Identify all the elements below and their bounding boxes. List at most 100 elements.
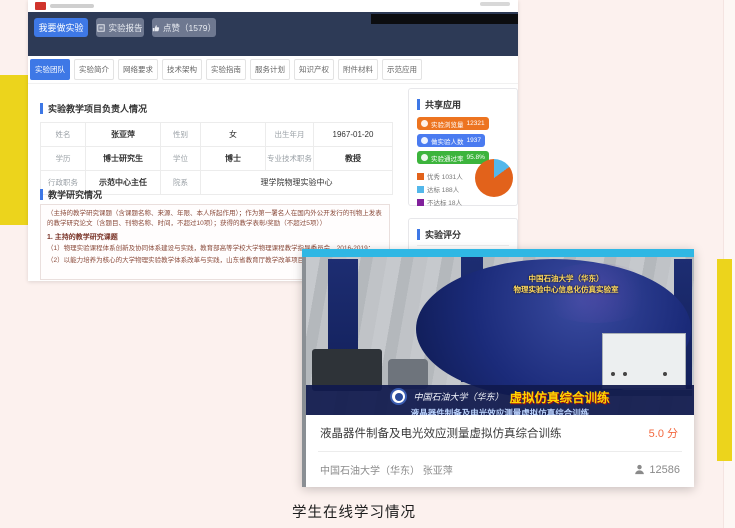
stat-views-label: 实验浏览量 bbox=[431, 119, 464, 129]
users-icon bbox=[421, 137, 428, 144]
thumbnail-caption-line1: 中国石油大学（华东） bbox=[496, 273, 636, 284]
section-leader-title: 实验教学项目负责人情况 bbox=[48, 102, 147, 115]
browser-tab-strip bbox=[28, 0, 518, 12]
university-logo bbox=[390, 388, 407, 405]
research-template-note: （主持的教学研究课题（含课题名称、来源、年限、本人所起作用）；作为第一署名人在国… bbox=[47, 209, 383, 229]
thumbnail-caption: 中国石油大学（华东） 物理实验中心信息化仿真实验室 bbox=[496, 273, 636, 296]
stat-pill-1[interactable]: 做实验人数 1937 bbox=[417, 134, 485, 147]
instrument-knob bbox=[663, 372, 667, 376]
card-top-accent bbox=[302, 249, 694, 257]
stat-pass-value: 95.8% bbox=[467, 154, 485, 161]
course-thumbnail[interactable]: 中国石油大学（华东） 物理实验中心信息化仿真实验室 中国石油大学（华东） 虚拟仿… bbox=[306, 257, 694, 415]
section-leader-info: 实验教学项目负责人情况 bbox=[40, 102, 147, 115]
experiment-report-label: 实验报告 bbox=[108, 22, 142, 34]
stat-pill-2[interactable]: 实验通过率 95.8% bbox=[417, 151, 489, 164]
rating-header: 实验评分 bbox=[417, 228, 461, 241]
pass-rate-icon bbox=[421, 154, 428, 161]
section-marker bbox=[417, 229, 420, 240]
browser-tab-title-placeholder bbox=[50, 4, 94, 8]
legend-swatch-fail bbox=[417, 199, 424, 206]
legend-label-fail: 不达标 18人 bbox=[427, 197, 462, 207]
field-birth-value: 1967-01-20 bbox=[314, 123, 393, 147]
field-gender-value: 女 bbox=[201, 123, 266, 147]
thumbnail-caption-line2: 物理实验中心信息化仿真实验室 bbox=[496, 284, 636, 295]
accent-bar-left bbox=[0, 75, 28, 225]
course-title-row: 液晶器件制备及电光效应测量虚拟仿真综合训练 5.0 分 bbox=[306, 415, 694, 451]
banner-subtitle: 液晶器件制备及电光效应测量虚拟仿真综合训练 bbox=[306, 407, 694, 415]
do-experiment-button[interactable]: 我要做实验 bbox=[34, 18, 88, 37]
thumbnail-banner: 中国石油大学（华东） 虚拟仿真综合训练 液晶器件制备及电光效应测量虚拟仿真综合训… bbox=[306, 385, 694, 415]
stat-pill-0[interactable]: 实验浏览量 12321 bbox=[417, 117, 489, 130]
banner-university-name: 中国石油大学（华东） bbox=[413, 390, 503, 403]
shared-usage-header: 共享应用 bbox=[417, 98, 461, 111]
accent-bar-right bbox=[717, 259, 732, 461]
person-icon bbox=[634, 464, 645, 475]
table-row: 姓名 张亚萍 性别 女 出生年月 1967-01-20 bbox=[41, 123, 393, 147]
field-name-label: 姓名 bbox=[41, 123, 86, 147]
like-button[interactable]: 点赞（1579） bbox=[152, 18, 216, 37]
shared-usage-title: 共享应用 bbox=[425, 98, 461, 111]
redaction-bar bbox=[371, 14, 518, 24]
legend-item-excellent: 优秀 1031人 bbox=[417, 171, 463, 181]
field-degree-value: 博士 bbox=[201, 147, 266, 171]
stat-pass-label: 实验通过率 bbox=[431, 153, 464, 163]
legend-label-excellent: 优秀 1031人 bbox=[427, 171, 463, 181]
tab-guide[interactable]: 实验指南 bbox=[206, 59, 246, 80]
tab-ip[interactable]: 知识产权 bbox=[294, 59, 334, 80]
field-birth-label: 出生年月 bbox=[266, 123, 314, 147]
university-logo-emblem bbox=[395, 393, 403, 401]
learner-count: 12586 bbox=[634, 464, 680, 476]
banner-badge: 虚拟仿真综合训练 bbox=[510, 387, 610, 406]
field-gender-label: 性别 bbox=[161, 123, 201, 147]
like-label: 点赞（1579） bbox=[163, 22, 216, 34]
tab-architecture[interactable]: 技术架构 bbox=[162, 59, 202, 80]
field-dept-value: 理学院物理实验中心 bbox=[201, 171, 393, 195]
instrument-knob bbox=[623, 372, 627, 376]
experiment-page-screenshot: 我要做实验 实验报告 点赞（1579） 实验团队 实验简介 网络要求 bbox=[28, 0, 518, 281]
field-edu-value: 博士研究生 bbox=[86, 147, 161, 171]
learner-count-value: 12586 bbox=[649, 464, 680, 476]
results-pie-chart bbox=[475, 159, 513, 197]
tab-demo-application[interactable]: 示范应用 bbox=[382, 59, 422, 80]
field-title-label: 专业技术职务 bbox=[266, 147, 314, 171]
experiment-report-button[interactable]: 实验报告 bbox=[96, 18, 144, 37]
browser-chrome-right bbox=[480, 2, 510, 6]
stat-users-value: 1937 bbox=[467, 137, 481, 144]
shared-usage-panel: 共享应用 实验浏览量 12321 做实验人数 1937 实验通过率 95.8% … bbox=[408, 88, 518, 206]
tab-network[interactable]: 网络要求 bbox=[118, 59, 158, 80]
slide: 我要做实验 实验报告 点赞（1579） 实验团队 实验简介 网络要求 bbox=[0, 0, 735, 528]
research-item-heading: 1. 主持的教学研究课题 bbox=[47, 232, 383, 242]
leader-info-table: 姓名 张亚萍 性别 女 出生年月 1967-01-20 学历 博士研究生 学位 … bbox=[40, 122, 393, 195]
experiment-tabs: 实验团队 实验简介 网络要求 技术架构 实验指南 服务计划 知识产权 附件材料 … bbox=[28, 56, 518, 84]
rating-title: 实验评分 bbox=[425, 228, 461, 241]
banner-row: 中国石油大学（华东） 虚拟仿真综合训练 bbox=[306, 387, 694, 406]
field-degree-label: 学位 bbox=[161, 147, 201, 171]
rating-divider bbox=[417, 245, 509, 246]
site-favicon bbox=[35, 2, 46, 10]
field-name-value: 张亚萍 bbox=[86, 123, 161, 147]
views-icon bbox=[421, 120, 428, 127]
legend-item-pass: 达标 188人 bbox=[417, 184, 459, 194]
thumbs-up-icon bbox=[152, 24, 160, 32]
tab-intro[interactable]: 实验简介 bbox=[74, 59, 114, 80]
field-title-value: 教授 bbox=[314, 147, 393, 171]
legend-swatch-excellent bbox=[417, 173, 424, 180]
table-row: 学历 博士研究生 学位 博士 专业技术职务 教授 bbox=[41, 147, 393, 171]
course-card[interactable]: 中国石油大学（华东） 物理实验中心信息化仿真实验室 中国石油大学（华东） 虚拟仿… bbox=[302, 249, 694, 487]
section-research: 教学研究情况 bbox=[40, 188, 102, 201]
experiment-navbar: 我要做实验 实验报告 点赞（1579） bbox=[28, 12, 518, 56]
section-research-title: 教学研究情况 bbox=[48, 188, 102, 201]
tab-attachments[interactable]: 附件材料 bbox=[338, 59, 378, 80]
tab-service-plan[interactable]: 服务计划 bbox=[250, 59, 290, 80]
field-dept-label: 院系 bbox=[161, 171, 201, 195]
course-org-author: 中国石油大学（华东） 张亚萍 bbox=[320, 462, 453, 477]
tab-team[interactable]: 实验团队 bbox=[30, 59, 70, 80]
course-title-link[interactable]: 液晶器件制备及电光效应测量虚拟仿真综合训练 bbox=[320, 425, 562, 441]
field-edu-label: 学历 bbox=[41, 147, 86, 171]
course-card-footer: 中国石油大学（华东） 张亚萍 12586 bbox=[306, 452, 694, 487]
course-score: 5.0 分 bbox=[649, 425, 678, 441]
section-marker bbox=[40, 189, 43, 200]
stat-users-label: 做实验人数 bbox=[431, 136, 464, 146]
stat-views-value: 12321 bbox=[467, 120, 485, 127]
slide-caption: 学生在线学习情况 bbox=[292, 501, 416, 522]
